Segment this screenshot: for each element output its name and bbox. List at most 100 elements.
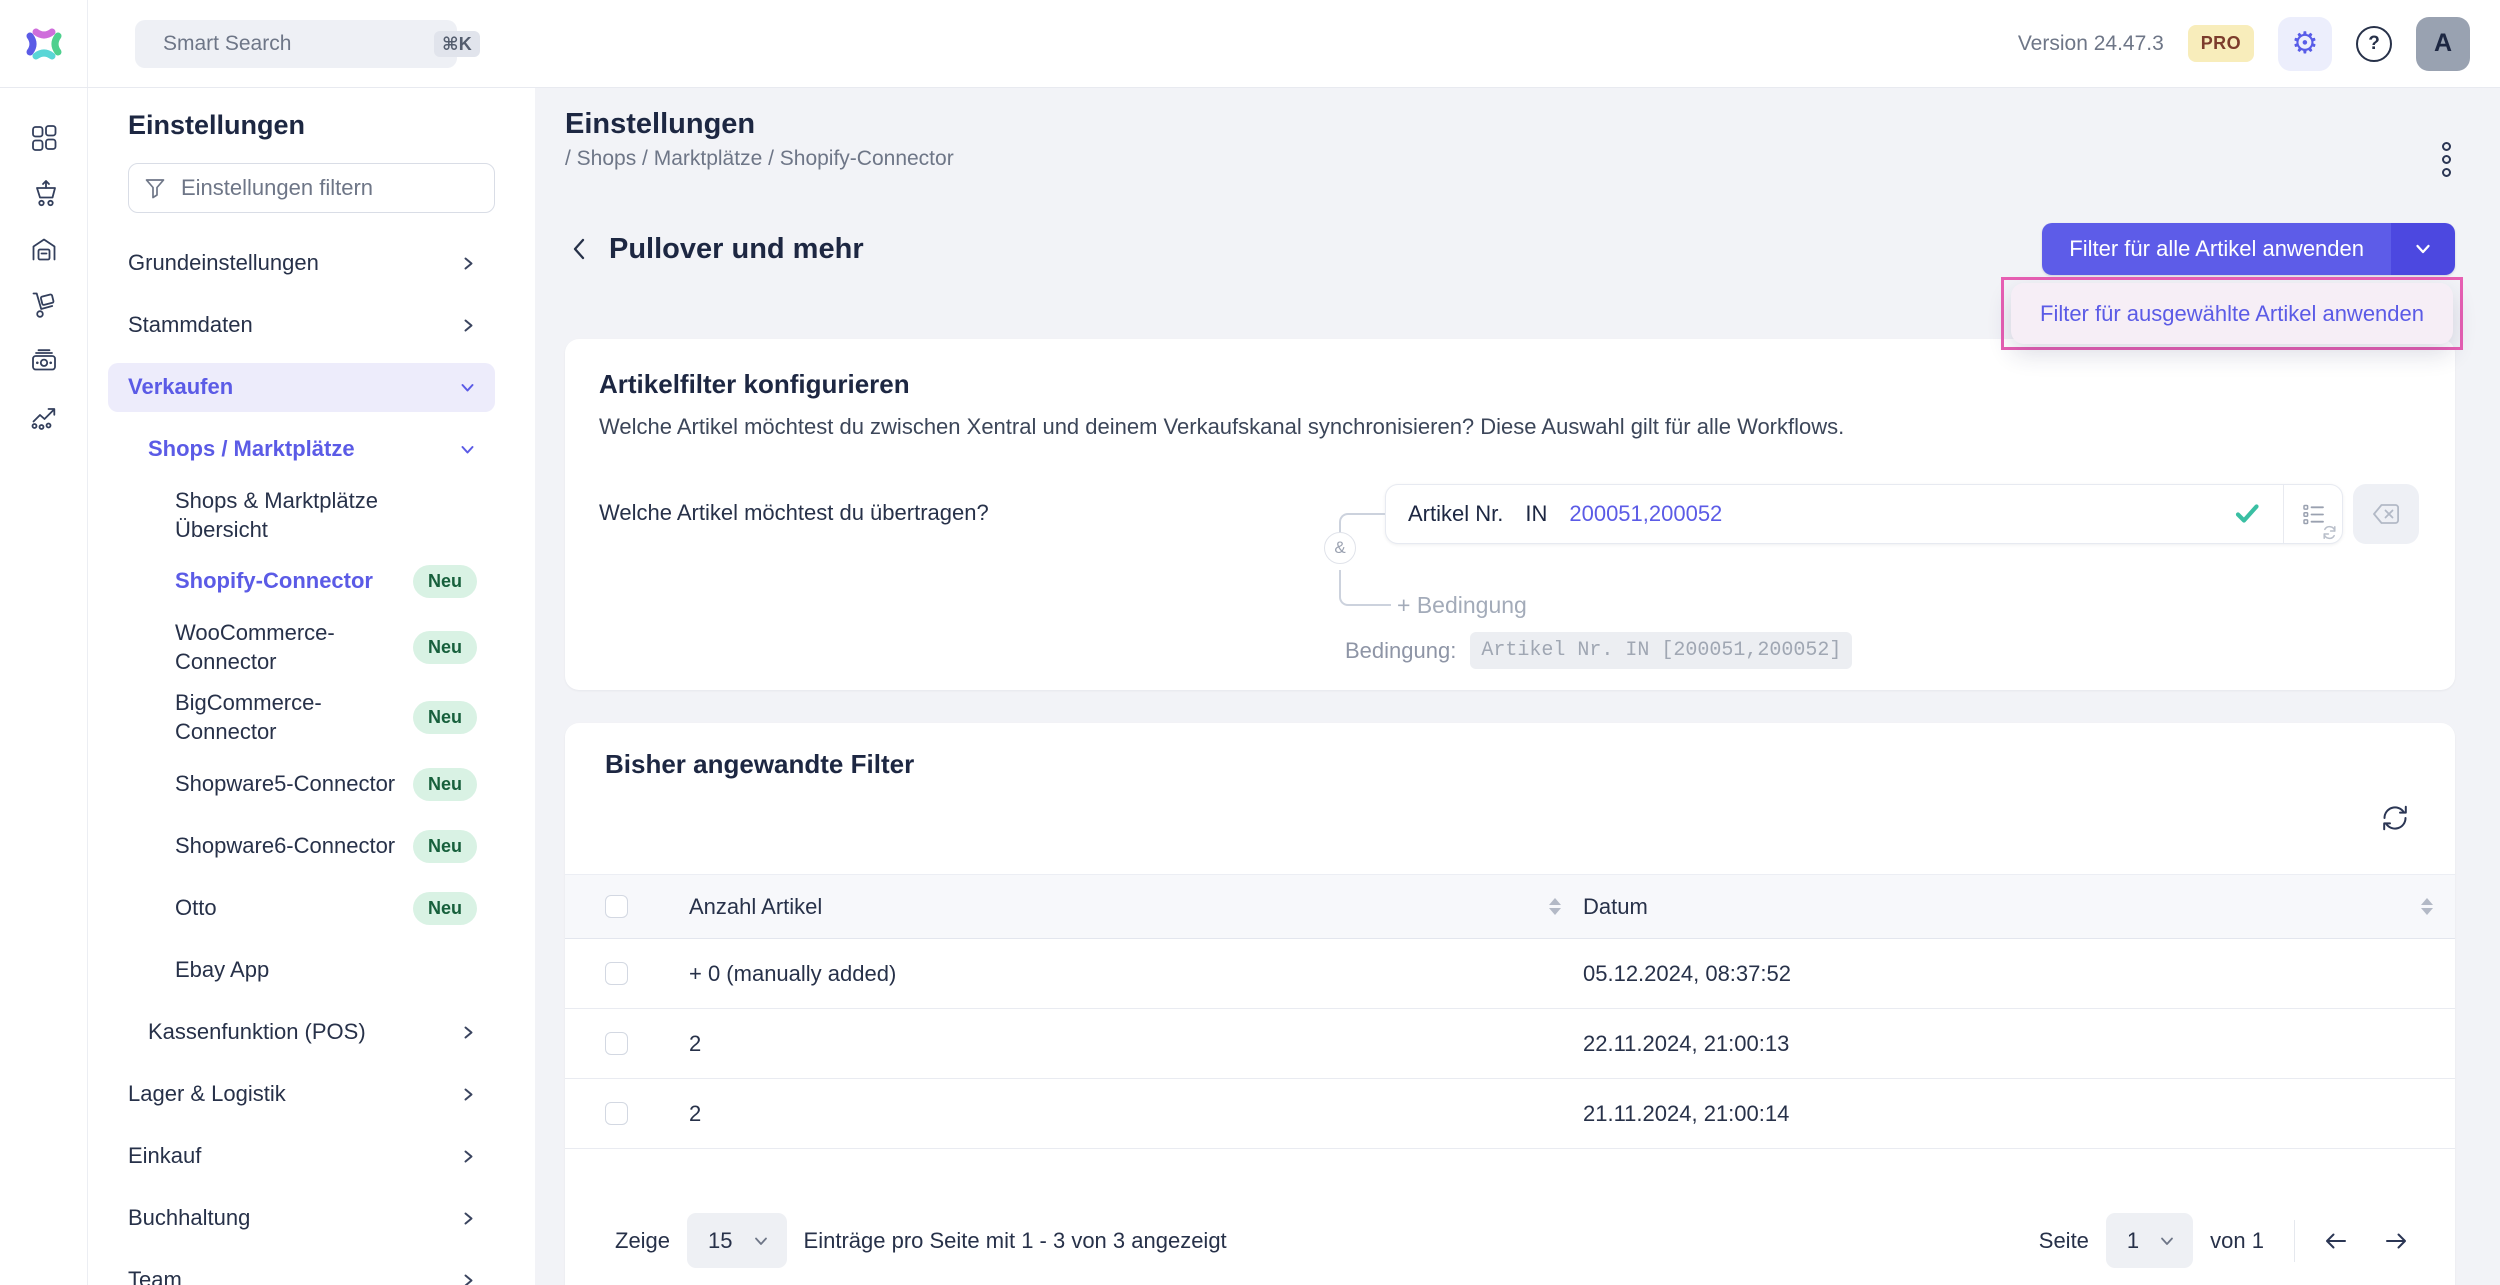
- sidebar-item-otto[interactable]: Otto Neu: [108, 884, 495, 933]
- sidebar-item-buchhaltung[interactable]: Buchhaltung: [108, 1194, 495, 1243]
- cell-datum: 05.12.2024, 08:37:52: [1583, 939, 2455, 1009]
- cell-anzahl: + 0 (manually added): [689, 939, 1583, 1009]
- backspace-icon: [2370, 500, 2402, 528]
- apply-filter-dropdown-toggle[interactable]: [2391, 223, 2455, 275]
- clear-condition-button[interactable]: [2353, 484, 2419, 544]
- page-size-label: Zeige: [615, 1228, 670, 1254]
- condition-operator[interactable]: IN: [1525, 501, 1547, 527]
- question-icon: ?: [2368, 33, 2380, 55]
- version-label: Version 24.47.3: [2018, 32, 2164, 56]
- sidebar-item-shops-uebersicht[interactable]: Shops & Marktplätze Übersicht: [108, 487, 495, 544]
- sync-icon: [2321, 524, 2338, 541]
- sidebar-item-verkaufen[interactable]: Verkaufen: [108, 363, 495, 412]
- main-content: Einstellungen / Shops / Marktplätze / Sh…: [535, 88, 2500, 1285]
- page-size-select[interactable]: 15: [687, 1213, 786, 1268]
- help-button[interactable]: ?: [2356, 26, 2392, 62]
- sidebar-item-shopify-connector[interactable]: Shopify-Connector Neu: [108, 557, 495, 606]
- sidebar-item-ebay-app[interactable]: Ebay App: [108, 946, 495, 995]
- sidebar-item-einkauf[interactable]: Einkauf: [108, 1132, 495, 1181]
- next-page-button[interactable]: [2381, 1226, 2411, 1256]
- row-checkbox[interactable]: [605, 962, 628, 985]
- sidebar-item-team[interactable]: Team: [108, 1256, 495, 1285]
- apply-filter-selected-menu-item[interactable]: Filter für ausgewählte Artikel anwenden: [2011, 283, 2453, 344]
- sidebar-item-bigcommerce-connector[interactable]: BigCommerce-Connector Neu: [108, 689, 495, 746]
- and-operator-node[interactable]: &: [1324, 532, 1356, 564]
- row-checkbox[interactable]: [605, 1102, 628, 1125]
- sidebar-item-woocommerce-connector[interactable]: WooCommerce-Connector Neu: [108, 619, 495, 676]
- condition-summary-label: Bedingung:: [1345, 638, 1456, 664]
- previous-page-button[interactable]: [2321, 1226, 2351, 1256]
- select-all-checkbox[interactable]: [605, 895, 628, 918]
- table-row[interactable]: 2 21.11.2024, 21:00:14: [565, 1079, 2455, 1149]
- analytics-icon[interactable]: [29, 402, 59, 432]
- kebab-dot: [2442, 142, 2451, 151]
- avatar[interactable]: A: [2416, 17, 2470, 71]
- new-badge: Neu: [413, 631, 477, 664]
- chevron-down-icon: [458, 440, 477, 459]
- sales-cart-icon[interactable]: [29, 178, 59, 208]
- new-badge: Neu: [413, 892, 477, 925]
- add-condition-button[interactable]: + Bedingung: [1397, 592, 1527, 619]
- apply-filter-split-button[interactable]: Filter für alle Artikel anwenden: [2042, 223, 2455, 275]
- condition-summary-value: Artikel Nr. IN [200051,200052]: [1470, 632, 1852, 669]
- chevron-down-icon: [751, 1231, 771, 1251]
- table-row[interactable]: + 0 (manually added) 05.12.2024, 08:37:5…: [565, 939, 2455, 1009]
- filter-condition-box[interactable]: Artikel Nr. IN 200051,200052: [1385, 484, 2343, 544]
- chevron-right-icon: [459, 1209, 477, 1228]
- sort-icon[interactable]: [2421, 898, 2433, 915]
- chevron-right-icon: [459, 1147, 477, 1166]
- finance-cash-icon[interactable]: [29, 346, 59, 376]
- sidebar-menu: Grundeinstellungen Stammdaten Verkaufen …: [88, 239, 535, 1285]
- new-badge: Neu: [413, 565, 477, 598]
- applied-filters-table: Anzahl Artikel Datum + 0 (manua: [565, 874, 2455, 1149]
- sidebar-item-lager-logistik[interactable]: Lager & Logistik: [108, 1070, 495, 1119]
- search-input[interactable]: [163, 32, 434, 56]
- chevron-right-icon: [459, 1271, 477, 1285]
- dashboard-icon[interactable]: [29, 122, 59, 152]
- breadcrumb: / Shops / Marktplätze / Shopify-Connecto…: [565, 147, 954, 171]
- entries-info: Einträge pro Seite mit 1 - 3 von 3 angez…: [804, 1228, 1227, 1254]
- pagination-bar: Zeige 15 Einträge pro Seite mit 1 - 3 vo…: [565, 1213, 2455, 1268]
- filter-card-description: Welche Artikel möchtest du zwischen Xent…: [599, 414, 2419, 440]
- apply-filter-all-button[interactable]: Filter für alle Artikel anwenden: [2042, 223, 2391, 275]
- settings-filter-input[interactable]: [181, 175, 480, 201]
- column-header-datum[interactable]: Datum: [1583, 875, 2455, 939]
- new-badge: Neu: [413, 701, 477, 734]
- chevron-down-icon: [458, 378, 477, 397]
- settings-button[interactable]: ⚙: [2278, 17, 2332, 71]
- handtruck-icon[interactable]: [29, 290, 59, 320]
- page-total-label: von 1: [2210, 1228, 2264, 1254]
- arrow-right-icon: [2381, 1226, 2411, 1256]
- sidebar-item-stammdaten[interactable]: Stammdaten: [108, 301, 495, 350]
- column-header-anzahl[interactable]: Anzahl Artikel: [689, 875, 1583, 939]
- icon-rail: [0, 88, 88, 1285]
- cell-datum: 22.11.2024, 21:00:13: [1583, 1009, 2455, 1079]
- sidebar-item-shops-marktplaetze[interactable]: Shops / Marktplätze: [108, 425, 495, 474]
- sidebar-item-shopware5-connector[interactable]: Shopware5-Connector Neu: [108, 760, 495, 809]
- row-checkbox[interactable]: [605, 1032, 628, 1055]
- sort-icon[interactable]: [1549, 898, 1561, 915]
- sidebar-item-kassenfunktion[interactable]: Kassenfunktion (POS): [108, 1008, 495, 1057]
- refresh-button[interactable]: [2379, 802, 2411, 834]
- chevron-down-icon: [2157, 1231, 2177, 1251]
- sidebar-item-shopware6-connector[interactable]: Shopware6-Connector Neu: [108, 822, 495, 871]
- kebab-menu-button[interactable]: [2438, 138, 2455, 181]
- filter-builder: & Artikel Nr. IN 200051,200052: [1331, 484, 2419, 660]
- xentral-logo[interactable]: [0, 0, 88, 87]
- page-select[interactable]: 1: [2106, 1213, 2193, 1268]
- condition-value[interactable]: 200051,200052: [1569, 501, 1722, 527]
- warehouse-icon[interactable]: [29, 234, 59, 264]
- settings-filter-field[interactable]: [128, 163, 495, 213]
- sidebar-item-grundeinstellungen[interactable]: Grundeinstellungen: [108, 239, 495, 288]
- settings-sidebar: Einstellungen Grundeinstellungen Stammda…: [88, 88, 535, 1285]
- table-row[interactable]: 2 22.11.2024, 21:00:13: [565, 1009, 2455, 1079]
- condition-field[interactable]: Artikel Nr.: [1408, 501, 1503, 527]
- value-list-button[interactable]: [2284, 485, 2342, 543]
- back-button[interactable]: [565, 234, 595, 264]
- page-section-title: Einstellungen: [565, 108, 954, 141]
- article-filter-card: Artikelfilter konfigurieren Welche Artik…: [565, 339, 2455, 690]
- smart-search[interactable]: ⌘K: [135, 20, 457, 68]
- chevron-right-icon: [459, 1085, 477, 1104]
- valid-check-icon: [2233, 500, 2261, 528]
- plan-badge: PRO: [2188, 25, 2254, 62]
